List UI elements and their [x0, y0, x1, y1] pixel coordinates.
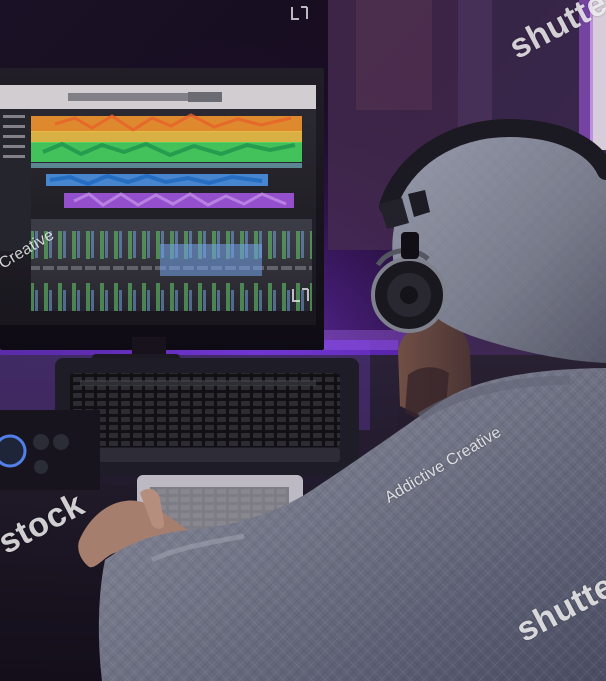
studio-scene-svg	[0, 0, 606, 681]
studio-photo: shutte stock shutte Creative Addictive C…	[0, 0, 606, 681]
